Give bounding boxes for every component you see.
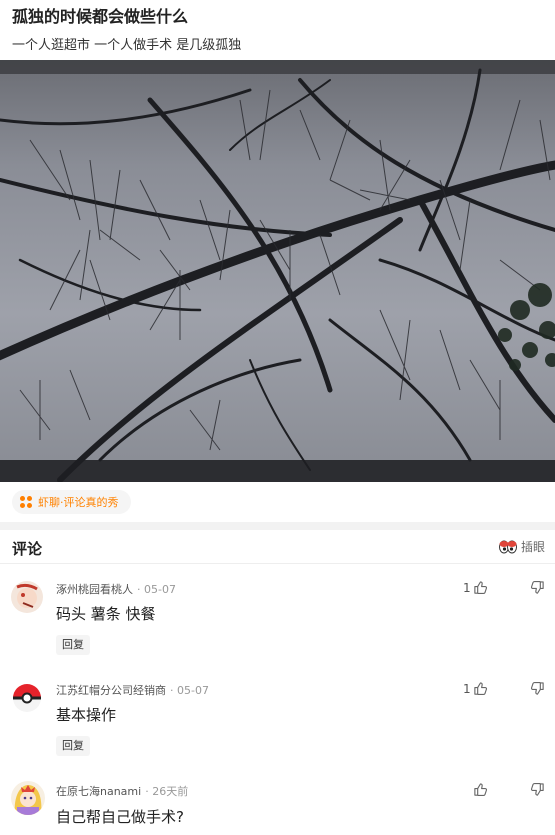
comment-item: 江苏红帽分公司经销商 · 05-07 基本操作 回复 1 xyxy=(0,666,555,766)
comment-username[interactable]: 涿州桃园看桃人 xyxy=(56,583,133,596)
post-subtitle: 一个人逛超市 一个人做手术 是几级孤独 xyxy=(12,38,242,53)
comment-meta: 在原七海nanami · 26天前 xyxy=(56,783,188,799)
reply-button[interactable]: 回复 xyxy=(56,736,90,756)
comment-meta: 江苏红帽分公司经销商 · 05-07 xyxy=(56,682,209,698)
comment-item: 涿州桃园看桃人 · 05-07 码头 薯条 快餐 回复 1 xyxy=(0,565,555,665)
avatar[interactable] xyxy=(11,682,43,714)
thumbs-up-icon[interactable] xyxy=(473,782,488,797)
comment-text: 基本操作 xyxy=(56,706,117,724)
avatar[interactable] xyxy=(11,581,43,613)
comment-text: 码头 薯条 快餐 xyxy=(56,605,156,623)
thumbs-down-icon[interactable] xyxy=(530,580,545,595)
avatar[interactable] xyxy=(11,781,45,815)
thumbs-up-icon[interactable] xyxy=(473,580,488,595)
eyes-icon xyxy=(498,540,517,553)
tag-row: 虾聊·评论真的秀 xyxy=(0,482,555,522)
like-count: 1 xyxy=(463,682,471,696)
post-title: 孤独的时候都会做些什么 xyxy=(12,7,189,26)
comment-text: 自己帮自己做手术? xyxy=(56,808,184,826)
insert-eye-label: 插眼 xyxy=(520,540,545,554)
post-header: 孤独的时候都会做些什么 一个人逛超市 一个人做手术 是几级孤独 xyxy=(0,0,555,60)
thumbs-down-icon[interactable] xyxy=(530,782,545,797)
thumbs-up-icon[interactable] xyxy=(473,681,488,696)
comment-time: · 05-07 xyxy=(170,684,209,697)
reply-button[interactable]: 回复 xyxy=(56,635,90,655)
thumbs-down-icon[interactable] xyxy=(530,681,545,696)
tag-chip[interactable]: 虾聊·评论真的秀 xyxy=(12,490,131,514)
comment-meta: 涿州桃园看桃人 · 05-07 xyxy=(56,581,176,597)
section-divider xyxy=(0,522,555,530)
comment-username[interactable]: 在原七海nanami xyxy=(56,785,141,798)
comment-time: · 05-07 xyxy=(137,583,176,596)
comment-item: 在原七海nanami · 26天前 自己帮自己做手术? xyxy=(0,767,555,835)
post-photo[interactable] xyxy=(0,60,555,482)
insert-eye-button[interactable]: 插眼 xyxy=(498,538,545,555)
like-count: 1 xyxy=(463,581,471,595)
comment-username[interactable]: 江苏红帽分公司经销商 xyxy=(56,684,166,697)
comments-header: 评论 插眼 xyxy=(0,530,555,564)
four-dots-icon xyxy=(20,495,33,509)
tag-label: 虾聊·评论真的秀 xyxy=(38,496,119,509)
comment-time: · 26天前 xyxy=(145,785,189,798)
comments-title: 评论 xyxy=(12,540,43,558)
